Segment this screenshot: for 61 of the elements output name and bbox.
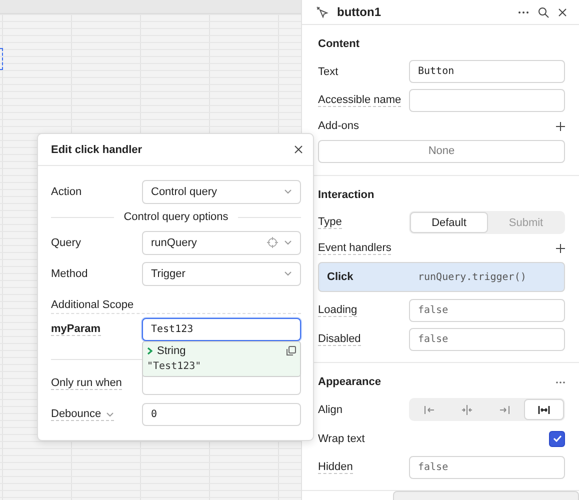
field-label: Type	[318, 216, 342, 229]
field-label: Add-ons	[318, 120, 359, 132]
add-icon[interactable]	[556, 122, 565, 130]
section-divider-label: Control query options	[124, 211, 228, 223]
dialog-title: Edit click handler	[51, 144, 142, 156]
field-label: Hidden	[318, 461, 353, 474]
add-icon[interactable]	[556, 244, 565, 252]
field-label: Query	[51, 236, 81, 248]
copy-icon[interactable]	[286, 346, 296, 356]
align-option[interactable]	[524, 399, 564, 420]
select-field[interactable]: runQuery	[142, 230, 301, 254]
select-field[interactable]: Trigger	[142, 262, 301, 286]
field-label: Action	[51, 186, 82, 198]
close-icon[interactable]	[558, 8, 567, 16]
align-icon	[461, 404, 473, 416]
close-icon[interactable]	[294, 145, 303, 154]
align-icon	[499, 404, 511, 416]
text-field[interactable]: false	[409, 328, 565, 351]
scope-name: myParam	[51, 323, 101, 336]
add-ons-list[interactable]: None	[318, 140, 565, 163]
event-name: Click	[327, 271, 354, 283]
align-icon	[423, 404, 435, 416]
scope-value-field[interactable]: Test123	[142, 318, 301, 341]
segment-option[interactable]: Default	[410, 212, 488, 233]
field-label: Text	[318, 66, 338, 78]
value-type: String	[157, 345, 187, 357]
align-icon	[538, 404, 550, 416]
section-title: Appearance	[318, 376, 381, 388]
section-title: Content	[318, 38, 360, 50]
cursor-icon	[316, 6, 329, 18]
value-preview: "Test123"	[147, 361, 202, 372]
field-label: Event handlers	[318, 242, 392, 254]
field-label: Disabled	[318, 333, 361, 346]
section-heading: Additional Scope	[51, 299, 134, 311]
checkbox[interactable]	[549, 430, 565, 446]
field-label: Accessible name	[318, 94, 402, 107]
more-icon[interactable]	[556, 380, 565, 384]
text-field[interactable]	[409, 89, 565, 112]
check-icon	[552, 435, 562, 442]
text-field[interactable]: Button	[409, 60, 565, 83]
chevron-icon	[284, 189, 292, 194]
select-field[interactable]: Control query	[142, 180, 301, 204]
chevron-icon	[284, 240, 292, 245]
field-label: Align	[318, 404, 342, 416]
chevron-right-icon	[147, 347, 153, 355]
field-label: Wrap text	[318, 432, 365, 444]
more-icon[interactable]	[518, 10, 529, 14]
text-field[interactable]: 0	[142, 403, 301, 426]
text-field[interactable]: false	[409, 299, 565, 322]
chevron-icon	[106, 412, 114, 416]
chevron-icon	[284, 271, 292, 276]
handler-action: runQuery.trigger()	[418, 272, 528, 282]
event-handler-row[interactable]: Click runQuery.trigger()	[318, 262, 565, 292]
field-label: Only run when	[51, 377, 122, 390]
text-field[interactable]: false	[409, 456, 565, 479]
component-name: button1	[337, 5, 382, 19]
field-label: Loading	[318, 304, 358, 317]
field-label: Method	[51, 268, 88, 280]
section-title: Interaction	[318, 189, 374, 201]
search-icon[interactable]	[538, 6, 549, 18]
debounce-dropdown[interactable]: Debounce	[51, 408, 114, 421]
